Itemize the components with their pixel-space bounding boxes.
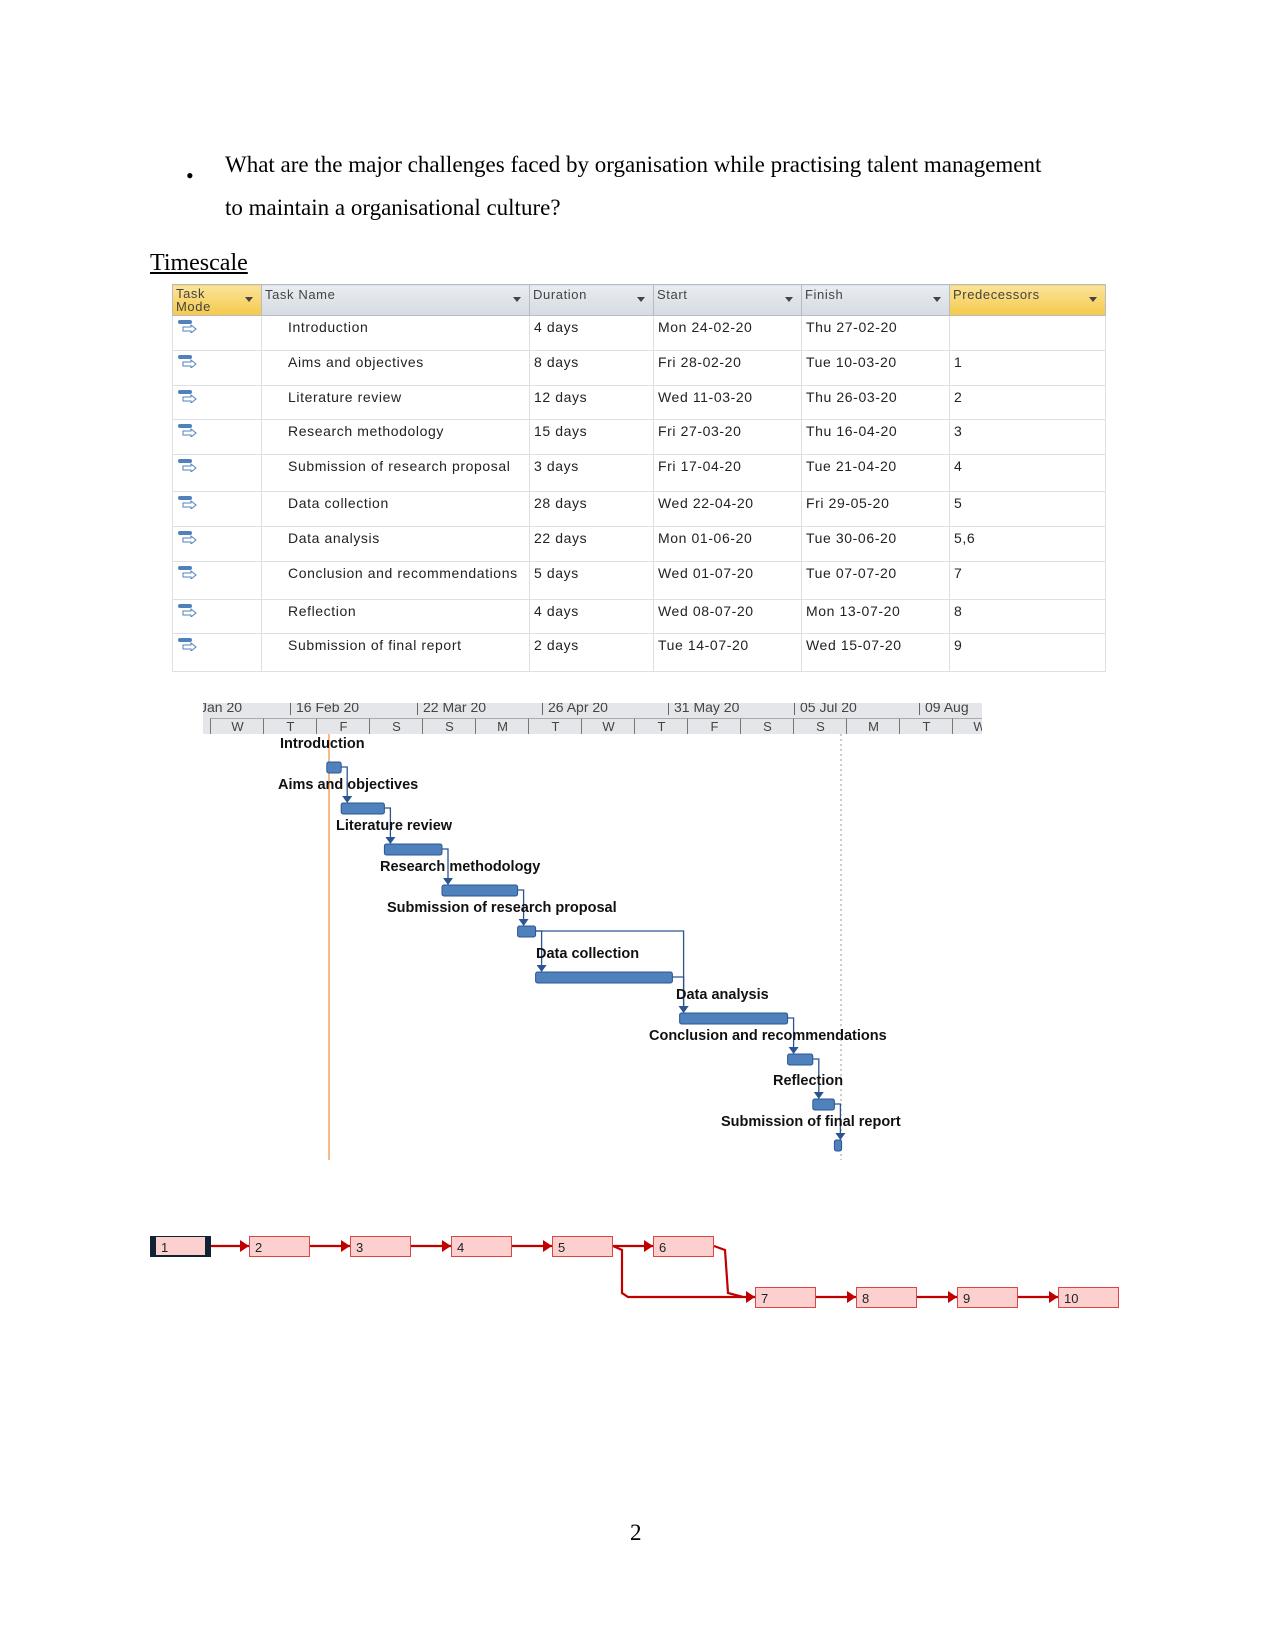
gantt-task-label: Conclusion and recommendations — [649, 1028, 887, 1044]
gantt-task-label: Aims and objectives — [278, 777, 419, 793]
network-node: 1 — [150, 1236, 211, 1257]
network-arrow-icon — [341, 1240, 350, 1252]
network-arrow-icon — [543, 1240, 552, 1252]
gantt-task-label: Submission of research proposal — [387, 900, 617, 916]
task-bar — [441, 884, 519, 897]
network-node: 10 — [1058, 1287, 1119, 1308]
link-arrow-icon — [678, 1006, 689, 1013]
network-node: 3 — [350, 1236, 411, 1257]
task-bar — [383, 843, 443, 856]
task-bar — [535, 971, 673, 984]
network-arrow-icon — [847, 1291, 856, 1303]
task-bar — [326, 761, 342, 774]
link-arrow-icon — [342, 796, 353, 803]
task-bar — [833, 1139, 843, 1152]
network-node: 9 — [957, 1287, 1018, 1308]
gantt-task-label: Introduction — [280, 736, 365, 752]
network-arrow-icon — [644, 1240, 653, 1252]
network-arrow-icon — [442, 1240, 451, 1252]
gantt-task-label: Reflection — [773, 1073, 844, 1089]
gantt-task-label: Submission of final report — [721, 1114, 901, 1130]
gantt-task-label: Research methodology — [380, 859, 541, 875]
network-arrow-icon — [948, 1291, 957, 1303]
network-arrow-icon — [746, 1291, 755, 1303]
task-bar — [812, 1098, 835, 1111]
link-arrow-icon — [813, 1092, 824, 1099]
link-arrow-icon — [443, 878, 453, 885]
network-node: 8 — [856, 1287, 917, 1308]
gantt-task-label: Data collection — [536, 946, 640, 962]
dependency-link — [535, 930, 685, 1011]
link-arrow-icon — [788, 1047, 799, 1054]
network-node: 5 — [552, 1236, 613, 1257]
link-arrow-icon — [536, 965, 547, 972]
network-link — [713, 1244, 744, 1299]
network-arrow-icon — [240, 1240, 249, 1252]
network-node: 6 — [653, 1236, 714, 1257]
gantt-task-label: Literature review — [336, 818, 453, 834]
page-number: 2 — [630, 1520, 642, 1545]
network-node: 7 — [755, 1287, 816, 1308]
task-bar — [517, 925, 537, 938]
task-bar — [787, 1053, 814, 1066]
task-bar — [340, 802, 385, 815]
task-bar — [679, 1012, 789, 1025]
link-arrow-icon — [835, 1133, 846, 1140]
gantt-task-label: Data analysis — [676, 987, 769, 1003]
network-node: 2 — [249, 1236, 310, 1257]
link-arrow-icon — [385, 837, 396, 844]
gantt-chart — [211, 734, 1058, 1303]
link-arrow-icon — [518, 919, 529, 926]
network-node: 4 — [451, 1236, 512, 1257]
network-arrow-icon — [1049, 1291, 1058, 1303]
